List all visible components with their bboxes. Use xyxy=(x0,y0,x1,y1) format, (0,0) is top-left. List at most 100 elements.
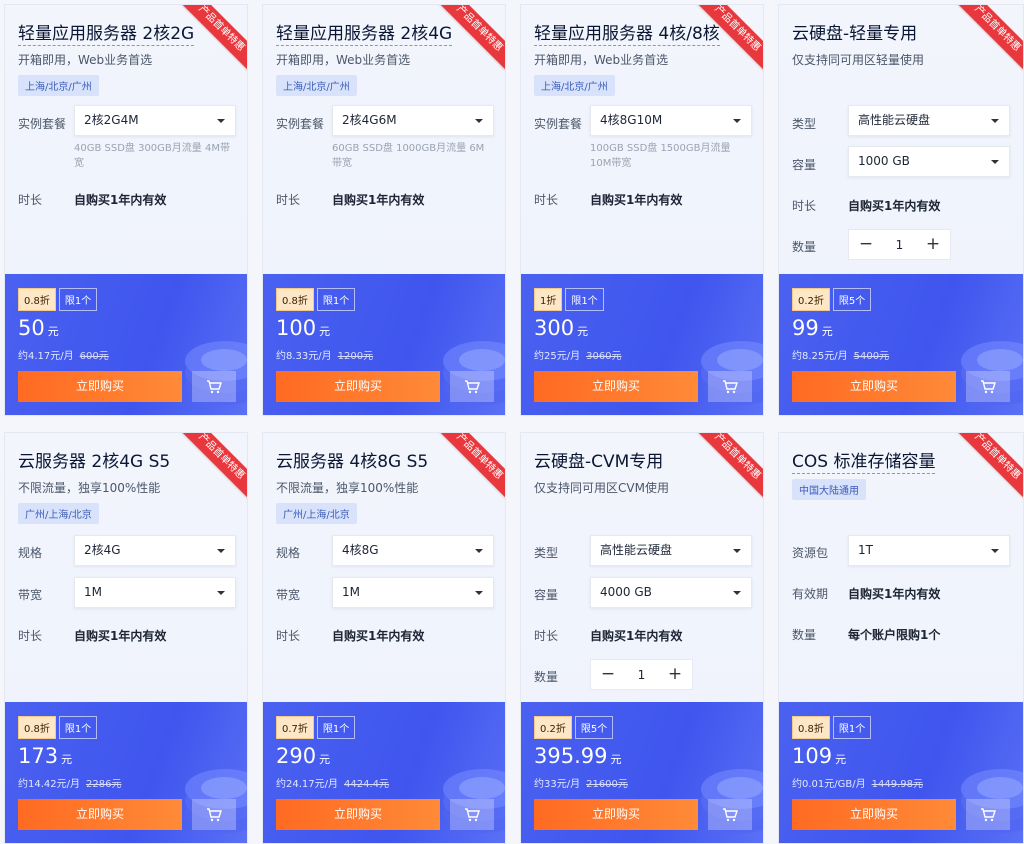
monthly-price: 约25元/月 3060元 xyxy=(534,347,622,362)
discount-badge: 0.8折 xyxy=(18,716,56,739)
quantity-limit-text: 每个账户限购1个 xyxy=(848,628,941,642)
price-unit: 元 xyxy=(319,753,331,766)
duration-label: 时长 xyxy=(18,193,43,207)
increment-button[interactable]: + xyxy=(916,230,950,259)
add-to-cart-button[interactable] xyxy=(192,371,236,402)
quantity-value[interactable]: 1 xyxy=(883,238,916,252)
price: 300 元 xyxy=(534,316,588,340)
card-title[interactable]: 轻量应用服务器 4核/8核 xyxy=(534,19,720,46)
buy-now-button[interactable]: 立即购买 xyxy=(18,799,182,830)
duration-label: 时长 xyxy=(18,629,43,643)
product-card-cos-storage: 产品首单特惠 COS 标准存储容量 中国大陆通用 资源包 1T 有效期 自购买1… xyxy=(778,432,1024,844)
quantity-value[interactable]: 1 xyxy=(625,668,658,682)
decrement-button[interactable]: − xyxy=(591,660,625,689)
duration-value: 自购买1年内有效 xyxy=(590,193,683,207)
limit-badge: 限5个 xyxy=(832,288,872,311)
buy-now-button[interactable]: 立即购买 xyxy=(534,799,698,830)
disk-type-value: 高性能云硬盘 xyxy=(858,113,931,127)
add-to-cart-button[interactable] xyxy=(450,799,494,830)
bandwidth-select[interactable]: 1M xyxy=(74,577,236,608)
price: 99 元 xyxy=(792,316,833,340)
disk-type-select[interactable]: 高性能云硬盘 xyxy=(590,535,752,566)
plan-label: 实例套餐 xyxy=(18,117,67,131)
plan-select[interactable]: 4核8G10M xyxy=(590,105,752,136)
limit-badge: 限1个 xyxy=(316,288,356,311)
product-card-cloud-disk-lighthouse: 产品首单特惠 云硬盘-轻量专用 仅支持同可用区轻量使用 类型 高性能云硬盘 容量… xyxy=(778,4,1024,416)
bandwidth-select[interactable]: 1M xyxy=(332,577,494,608)
buy-now-button[interactable]: 立即购买 xyxy=(276,371,440,402)
add-to-cart-button[interactable] xyxy=(192,799,236,830)
buy-now-button[interactable]: 立即购买 xyxy=(534,371,698,402)
region-badge: 上海/北京/广州 xyxy=(534,75,615,96)
price-value: 50 xyxy=(18,316,45,340)
price-value: 290 xyxy=(276,744,317,768)
buy-now-button[interactable]: 立即购买 xyxy=(792,799,956,830)
disk-type-value: 高性能云硬盘 xyxy=(600,543,673,557)
plan-select[interactable]: 2核2G4M xyxy=(74,105,236,136)
card-title[interactable]: 轻量应用服务器 2核2G xyxy=(18,19,195,46)
card-title[interactable]: 轻量应用服务器 2核4G xyxy=(276,19,453,46)
disk-type-select[interactable]: 高性能云硬盘 xyxy=(848,105,1010,136)
original-price: 1200元 xyxy=(337,351,374,362)
price-unit: 元 xyxy=(319,325,331,338)
discount-badge: 1折 xyxy=(534,288,563,311)
plan-note: 60GB SSD盘 1000GB月流量 6M带宽 xyxy=(332,143,485,169)
monthly-price-value: 约24.17元/月 xyxy=(276,779,338,790)
add-to-cart-button[interactable] xyxy=(966,371,1010,402)
duration-label: 时长 xyxy=(534,629,559,643)
spec-select[interactable]: 2核4G xyxy=(74,535,236,566)
monthly-price-value: 约8.25元/月 xyxy=(792,351,848,362)
monthly-price: 约14.42元/月 2286元 xyxy=(18,775,121,790)
price-unit: 元 xyxy=(821,325,833,338)
product-card-lighthouse-4c8c: 产品首单特惠 轻量应用服务器 4核/8核 开箱即用，Web业务首选 上海/北京/… xyxy=(520,4,764,416)
monthly-price-value: 约0.01元/GB/月 xyxy=(792,779,866,790)
plan-label: 实例套餐 xyxy=(534,117,583,131)
quantity-label: 数量 xyxy=(792,240,817,254)
increment-button[interactable]: + xyxy=(658,660,692,689)
package-value: 1T xyxy=(858,543,873,557)
plan-label: 实例套餐 xyxy=(276,117,325,131)
cart-icon xyxy=(981,807,996,821)
package-select[interactable]: 1T xyxy=(848,535,1010,566)
decrement-button[interactable]: − xyxy=(849,230,883,259)
plan-note: 100GB SSD盘 1500GB月流量 10M带宽 xyxy=(590,143,731,169)
add-to-cart-button[interactable] xyxy=(708,371,752,402)
card-subtitle: 开箱即用，Web业务首选 xyxy=(534,53,669,67)
price: 109 元 xyxy=(792,744,846,768)
buy-now-button[interactable]: 立即购买 xyxy=(276,799,440,830)
promo-ribbon: 产品首单特惠 xyxy=(436,433,505,500)
price-unit: 元 xyxy=(610,753,622,766)
monthly-price: 约8.25元/月 5400元 xyxy=(792,347,889,362)
type-label: 类型 xyxy=(792,117,817,131)
card-subtitle: 开箱即用，Web业务首选 xyxy=(276,53,411,67)
product-card-cvm-4c8g-s5: 产品首单特惠 云服务器 4核8G S5 不限流量，独享100%性能 广州/上海/… xyxy=(262,432,506,844)
chevron-down-icon xyxy=(733,119,741,123)
region-badge: 上海/北京/广州 xyxy=(18,75,99,96)
limit-badge: 限1个 xyxy=(58,716,98,739)
buy-now-button[interactable]: 立即购买 xyxy=(792,371,956,402)
add-to-cart-button[interactable] xyxy=(450,371,494,402)
spec-select[interactable]: 4核8G xyxy=(332,535,494,566)
add-to-cart-button[interactable] xyxy=(966,799,1010,830)
price-unit: 元 xyxy=(835,753,847,766)
region-badge: 中国大陆通用 xyxy=(792,479,866,500)
plan-select[interactable]: 2核4G6M xyxy=(332,105,494,136)
monthly-price-value: 约14.42元/月 xyxy=(18,779,80,790)
chevron-down-icon xyxy=(733,549,741,553)
add-to-cart-button[interactable] xyxy=(708,799,752,830)
buy-now-button[interactable]: 立即购买 xyxy=(18,371,182,402)
original-price: 4424.4元 xyxy=(344,779,389,790)
price: 173 元 xyxy=(18,744,72,768)
spec-label: 规格 xyxy=(18,546,43,560)
card-title: 云服务器 4核8G S5 xyxy=(276,452,429,472)
price-panel: 0.8折 限1个 109 元 约0.01元/GB/月 1449.98元 立即购买 xyxy=(779,702,1023,843)
quantity-stepper: − 1 + xyxy=(590,659,693,690)
capacity-select[interactable]: 4000 GB xyxy=(590,577,752,608)
validity-label: 有效期 xyxy=(792,587,829,601)
card-title[interactable]: COS 标准存储容量 xyxy=(792,447,936,474)
capacity-select[interactable]: 1000 GB xyxy=(848,146,1010,177)
card-subtitle: 开箱即用，Web业务首选 xyxy=(18,53,153,67)
card-subtitle: 仅支持同可用区轻量使用 xyxy=(792,53,925,67)
price-value: 300 xyxy=(534,316,575,340)
chevron-down-icon xyxy=(991,549,999,553)
